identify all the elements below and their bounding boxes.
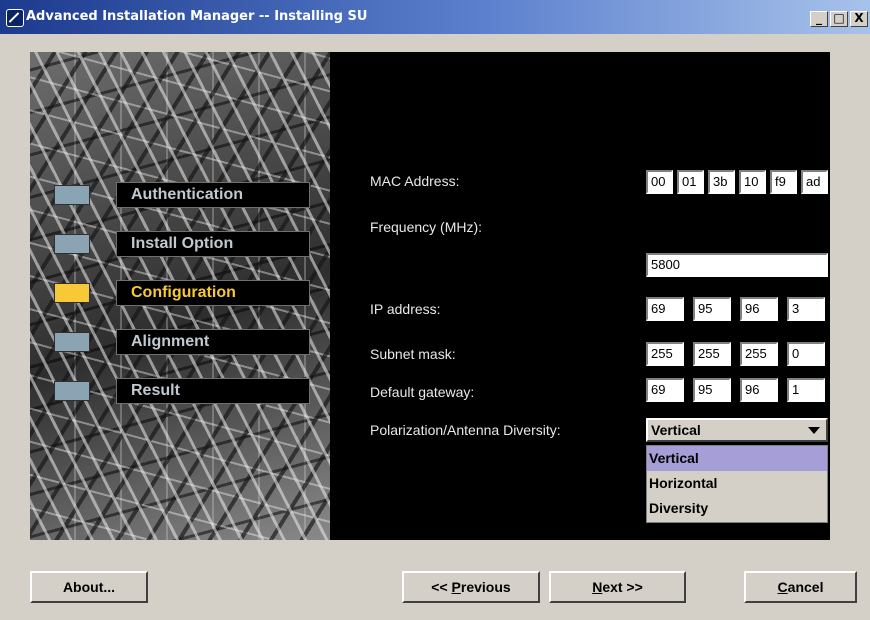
step-label: Authentication: [116, 182, 310, 208]
default-gateway-label: Default gateway:: [370, 384, 475, 400]
window-title: Advanced Installation Manager -- Install…: [26, 9, 368, 24]
dropdown-arrow-icon[interactable]: [808, 427, 820, 434]
dropdown-option-diversity[interactable]: Diversity: [647, 496, 827, 521]
step-label: Result: [116, 378, 310, 404]
step-install-option: Install Option: [30, 231, 320, 257]
step-indicator: [54, 234, 90, 254]
mac-octet-field[interactable]: 00: [646, 170, 673, 194]
mac-octet-field[interactable]: 10: [739, 170, 766, 194]
gateway-octet-field[interactable]: 95: [693, 378, 731, 402]
previous-rest: revious: [460, 579, 511, 595]
step-label: Install Option: [116, 231, 310, 257]
step-label: Alignment: [116, 329, 310, 355]
mac-octet-field[interactable]: f9: [770, 170, 797, 194]
next-button[interactable]: Next >>: [549, 571, 686, 603]
maximize-button[interactable]: □: [830, 11, 848, 27]
mac-address-label: MAC Address:: [370, 173, 460, 189]
polarization-selected-value: Vertical: [651, 422, 701, 438]
step-indicator-active: [54, 283, 90, 303]
next-rest: ext >>: [602, 579, 643, 595]
subnet-octet-field[interactable]: 255: [693, 342, 731, 366]
ip-octet-field[interactable]: 3: [787, 297, 825, 321]
step-indicator: [54, 185, 90, 205]
subnet-mask-label: Subnet mask:: [370, 346, 456, 362]
cancel-rest: ancel: [787, 579, 824, 595]
previous-button[interactable]: << Previous: [402, 571, 540, 603]
minimize-button[interactable]: _: [810, 11, 828, 27]
subnet-octet-field[interactable]: 255: [740, 342, 778, 366]
polarization-select[interactable]: Vertical: [646, 418, 828, 442]
ip-address-label: IP address:: [370, 301, 441, 317]
wizard-steps: Authentication Install Option Configurat…: [30, 52, 330, 540]
cancel-mnemonic: C: [777, 579, 788, 595]
ip-octet-field[interactable]: 96: [740, 297, 778, 321]
title-bar[interactable]: Advanced Installation Manager -- Install…: [0, 0, 870, 34]
frequency-label: Frequency (MHz):: [370, 219, 483, 235]
close-button[interactable]: X: [850, 11, 868, 27]
previous-prefix: <<: [431, 579, 452, 595]
step-label-active: Configuration: [116, 280, 310, 306]
about-button[interactable]: About...: [30, 571, 148, 603]
mac-octet-field[interactable]: 01: [677, 170, 704, 194]
previous-mnemonic: P: [451, 579, 461, 595]
step-result: Result: [30, 378, 320, 404]
step-alignment: Alignment: [30, 329, 320, 355]
step-authentication: Authentication: [30, 182, 320, 208]
next-mnemonic: N: [592, 579, 603, 595]
cancel-button[interactable]: Cancel: [744, 571, 857, 603]
configuration-form: MAC Address: 00 01 3b 10 f9 ad Frequency…: [330, 52, 830, 540]
mac-octet-field[interactable]: 3b: [708, 170, 735, 194]
dropdown-option-vertical[interactable]: Vertical: [647, 446, 827, 471]
gateway-octet-field[interactable]: 1: [787, 378, 825, 402]
app-icon: [6, 9, 24, 27]
mac-octet-field[interactable]: ad: [801, 170, 828, 194]
frequency-field[interactable]: 5800: [646, 253, 828, 277]
gateway-octet-field[interactable]: 69: [646, 378, 684, 402]
subnet-octet-field[interactable]: 0: [787, 342, 825, 366]
step-indicator: [54, 332, 90, 352]
polarization-label: Polarization/Antenna Diversity:: [370, 422, 561, 438]
gateway-octet-field[interactable]: 96: [740, 378, 778, 402]
step-indicator: [54, 381, 90, 401]
polarization-dropdown-list: Vertical Horizontal Diversity: [646, 445, 828, 523]
dropdown-option-horizontal[interactable]: Horizontal: [647, 471, 827, 496]
ip-octet-field[interactable]: 95: [693, 297, 731, 321]
subnet-octet-field[interactable]: 255: [646, 342, 684, 366]
installer-window: Advanced Installation Manager -- Install…: [0, 0, 870, 620]
step-configuration: Configuration: [30, 280, 320, 306]
ip-octet-field[interactable]: 69: [646, 297, 684, 321]
